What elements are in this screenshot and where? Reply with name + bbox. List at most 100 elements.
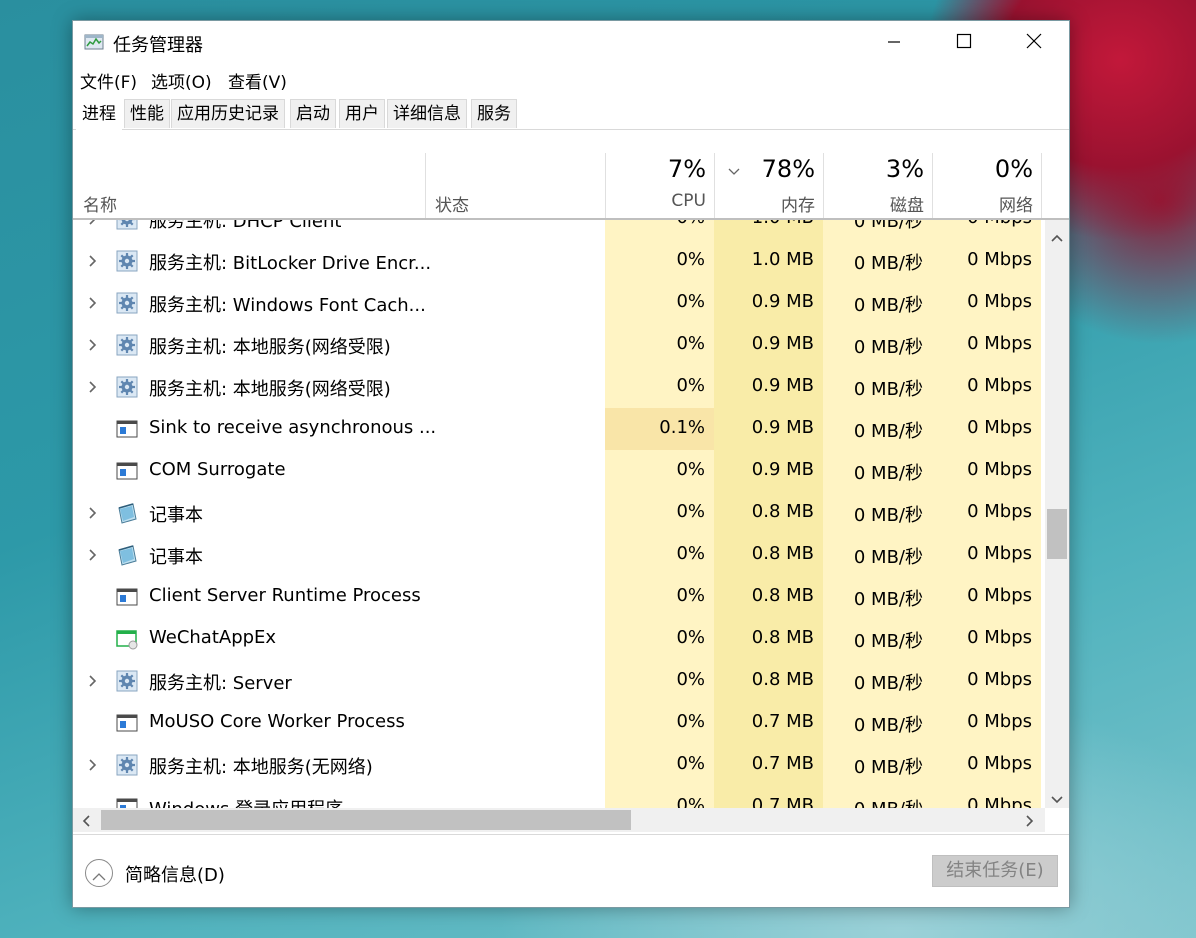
column-header: 名称 状态 7% CPU 78% 内存 3% 磁盘 0% 网络	[73, 153, 1069, 220]
process-name: 记事本	[149, 547, 203, 568]
expand-chevron-icon[interactable]	[87, 673, 99, 687]
task-manager-icon	[84, 33, 104, 51]
expand-chevron-icon[interactable]	[87, 757, 99, 771]
process-row[interactable]: 记事本 0% 0.8 MB 0 MB/秒 0 Mbps	[73, 492, 1045, 534]
process-network-value: 0 Mbps	[967, 669, 1032, 690]
menu-view[interactable]: 查看(V)	[228, 68, 287, 93]
process-name: Windows 登录应用程序	[149, 795, 343, 808]
scroll-right-icon[interactable]	[1025, 813, 1035, 832]
column-cpu[interactable]: 7% CPU	[605, 153, 714, 218]
expand-chevron-icon[interactable]	[87, 253, 99, 267]
memory-label: 内存	[781, 196, 815, 216]
fewer-details-button[interactable]	[85, 859, 113, 887]
expand-chevron-icon[interactable]	[87, 547, 99, 561]
process-row[interactable]: 服务主机: 本地服务(网络受限) 0% 0.9 MB 0 MB/秒 0 Mbps	[73, 366, 1045, 408]
tab-services[interactable]: 服务	[471, 99, 517, 128]
process-row[interactable]: 服务主机: Server 0% 0.8 MB 0 MB/秒 0 Mbps	[73, 660, 1045, 702]
gear-icon	[116, 292, 138, 314]
column-status[interactable]: 状态	[425, 153, 605, 218]
task-manager-window: 任务管理器 文件(F) 选项(O) 查看(V) 进程 性能 应用历史记录 启动 …	[72, 20, 1070, 908]
process-row[interactable]: 服务主机: Windows Font Cach... 0% 0.9 MB 0 MB/秒…	[73, 282, 1045, 324]
process-network-value: 0 Mbps	[967, 585, 1032, 606]
menu-options[interactable]: 选项(O)	[151, 68, 212, 93]
tab-startup[interactable]: 启动	[290, 99, 336, 128]
expand-chevron-icon[interactable]	[87, 295, 99, 309]
vertical-scroll-thumb[interactable]	[1047, 509, 1067, 559]
disk-total-percent: 3%	[885, 155, 924, 183]
process-cpu-value: 0%	[676, 669, 705, 690]
process-disk-value: 0 MB/秒	[823, 795, 923, 808]
column-disk[interactable]: 3% 磁盘	[823, 153, 932, 218]
column-divider[interactable]	[1041, 153, 1042, 218]
process-cpu-value: 0%	[676, 795, 705, 808]
process-name: 服务主机: Windows Font Cach...	[149, 295, 426, 316]
process-row[interactable]: 记事本 0% 0.8 MB 0 MB/秒 0 Mbps	[73, 534, 1045, 576]
tab-strip: 进程 性能 应用历史记录 启动 用户 详细信息 服务	[73, 97, 1069, 130]
process-disk-value: 0 MB/秒	[853, 295, 923, 316]
process-disk-value: 0 MB/秒	[853, 253, 923, 274]
vertical-scrollbar[interactable]	[1045, 220, 1069, 808]
process-list: 服务主机: DHCP Client0%1.0 MB0 MB/秒0 Mbps服务主…	[73, 220, 1045, 808]
tab-users[interactable]: 用户	[339, 99, 385, 128]
column-name[interactable]: 名称	[73, 153, 425, 218]
expand-chevron-icon[interactable]	[87, 220, 99, 225]
process-row[interactable]: Windows 登录应用程序 0% 0.7 MB 0 MB/秒 0 Mbps	[73, 786, 1045, 808]
process-disk-value: 0 MB/秒	[853, 547, 923, 568]
horizontal-scrollbar[interactable]	[73, 808, 1045, 832]
process-name: COM Surrogate	[149, 459, 286, 480]
window-icon	[116, 796, 138, 808]
fewer-details-link[interactable]: 简略信息(D)	[125, 861, 225, 887]
process-memory-value: 0.9 MB	[751, 333, 814, 354]
menu-file[interactable]: 文件(F)	[80, 68, 137, 93]
expand-chevron-icon[interactable]	[87, 505, 99, 519]
minimize-button[interactable]	[859, 21, 929, 65]
gear-icon	[116, 754, 138, 776]
expand-chevron-icon[interactable]	[87, 379, 99, 393]
scroll-down-icon[interactable]	[1050, 790, 1064, 809]
minimize-icon	[887, 34, 901, 53]
process-memory-value: 0.9 MB	[751, 291, 814, 312]
process-row[interactable]: 服务主机: 本地服务(网络受限) 0% 0.9 MB 0 MB/秒 0 Mbps	[73, 324, 1045, 366]
expand-chevron-icon[interactable]	[87, 337, 99, 351]
process-name: 服务主机: 本地服务(网络受限)	[149, 379, 391, 400]
title-bar[interactable]: 任务管理器	[73, 21, 1069, 65]
process-row[interactable]: 服务主机: 本地服务(无网络) 0% 0.7 MB 0 MB/秒 0 Mbps	[73, 744, 1045, 786]
process-disk-value: 0 MB/秒	[853, 505, 923, 526]
process-network-value: 0 Mbps	[967, 753, 1032, 774]
scroll-up-icon[interactable]	[1050, 228, 1064, 247]
process-row[interactable]: COM Surrogate 0% 0.9 MB 0 MB/秒 0 Mbps	[73, 450, 1045, 492]
process-cpu-value: 0%	[676, 291, 705, 312]
tab-details[interactable]: 详细信息	[387, 99, 467, 128]
process-row[interactable]: 服务主机: DHCP Client 0% 1.0 MB 0 MB/秒 0 Mbps	[73, 220, 1045, 240]
process-name: 服务主机: BitLocker Drive Encr...	[149, 253, 432, 274]
process-row[interactable]: Sink to receive asynchronous ... 0.1% 0.9 …	[73, 408, 1045, 450]
process-row[interactable]: MoUSO Core Worker Process 0% 0.7 MB 0 MB/秒 0…	[73, 702, 1045, 744]
end-task-button[interactable]: 结束任务(E)	[932, 855, 1058, 887]
process-disk-value: 0 MB/秒	[853, 337, 923, 358]
process-disk-value: 0 MB/秒	[853, 421, 923, 442]
process-network-value: 0 Mbps	[932, 220, 1032, 228]
process-network-value: 0 Mbps	[967, 291, 1032, 312]
process-network-value: 0 Mbps	[967, 795, 1032, 808]
maximize-button[interactable]	[929, 21, 999, 65]
process-name: 服务主机: 本地服务(无网络)	[149, 757, 373, 778]
tab-app-history[interactable]: 应用历史记录	[171, 99, 285, 128]
column-network[interactable]: 0% 网络	[932, 153, 1041, 218]
tab-performance[interactable]: 性能	[124, 99, 170, 128]
process-network-value: 0 Mbps	[967, 417, 1032, 438]
close-button[interactable]	[999, 21, 1069, 65]
process-name: Sink to receive asynchronous ...	[149, 417, 437, 438]
footer: 简略信息(D) 结束任务(E)	[73, 834, 1069, 908]
process-row[interactable]: Client Server Runtime Process 0% 0.8 MB 0 M…	[73, 576, 1045, 618]
column-memory[interactable]: 78% 内存	[714, 153, 823, 218]
menu-bar: 文件(F) 选项(O) 查看(V)	[73, 65, 1069, 93]
process-row[interactable]: 服务主机: BitLocker Drive Encr... 0% 1.0 MB 0 M…	[73, 240, 1045, 282]
disk-label: 磁盘	[890, 196, 924, 216]
notepad-icon	[116, 502, 138, 524]
tab-processes[interactable]: 进程	[76, 99, 122, 130]
process-cpu-value: 0%	[676, 627, 705, 648]
process-row[interactable]: WeChatAppEx 0% 0.8 MB 0 MB/秒 0 Mbps	[73, 618, 1045, 660]
scroll-left-icon[interactable]	[81, 813, 91, 832]
process-disk-value: 0 MB/秒	[853, 631, 923, 652]
horizontal-scroll-thumb[interactable]	[101, 810, 631, 830]
